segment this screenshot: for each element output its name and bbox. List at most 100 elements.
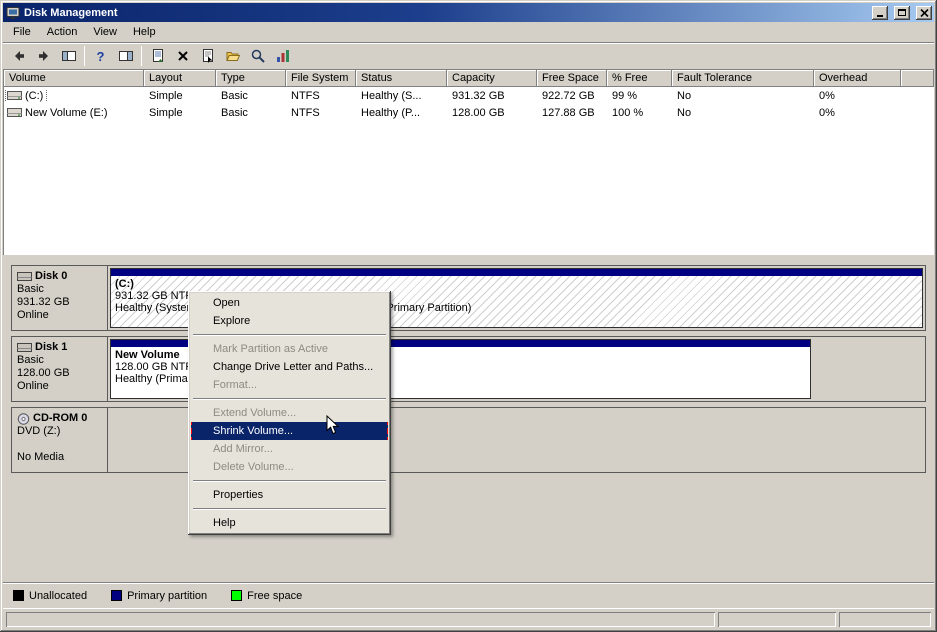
toolbar-forward-button[interactable] bbox=[31, 45, 56, 67]
disk-management-window: Disk Management File Action View Help ? … bbox=[0, 0, 937, 632]
primary-partition-stripe bbox=[111, 269, 922, 276]
toolbar-export-list-button[interactable] bbox=[145, 45, 170, 67]
cell-pct-free: 100 % bbox=[612, 106, 644, 119]
disk-name: CD-ROM 0 bbox=[33, 412, 88, 424]
menu-separator bbox=[193, 508, 386, 510]
cell-layout: Simple bbox=[149, 89, 183, 102]
volume-row-c[interactable]: (C:) Simple Basic NTFS Healthy (S... 931… bbox=[4, 87, 934, 104]
toolbar-views-button[interactable] bbox=[270, 45, 295, 67]
column-header-fault-tolerance[interactable]: Fault Tolerance bbox=[672, 70, 814, 87]
column-header-free-space[interactable]: Free Space bbox=[537, 70, 607, 87]
disk-state: Online bbox=[17, 380, 49, 392]
menu-item-properties[interactable]: Properties bbox=[191, 486, 388, 504]
menu-item-shrink-volume[interactable]: Shrink Volume... bbox=[191, 422, 388, 440]
cell-file-system: NTFS bbox=[291, 106, 320, 119]
partition-label: (C:) bbox=[115, 278, 134, 290]
disk-size: 128.00 GB bbox=[17, 367, 70, 379]
menu-view[interactable]: View bbox=[85, 23, 125, 41]
menu-file[interactable]: File bbox=[5, 23, 39, 41]
menu-item-change-drive-letter[interactable]: Change Drive Letter and Paths... bbox=[191, 358, 388, 376]
menu-item-help[interactable]: Help bbox=[191, 514, 388, 532]
toolbar-delete-button[interactable] bbox=[170, 45, 195, 67]
status-pane-tertiary bbox=[839, 612, 931, 627]
app-icon bbox=[6, 6, 20, 19]
cell-free-space: 127.88 GB bbox=[542, 106, 595, 119]
drive-icon bbox=[7, 108, 22, 117]
cd-rom-icon bbox=[17, 412, 30, 425]
menu-separator bbox=[193, 398, 386, 400]
menu-help[interactable]: Help bbox=[125, 23, 164, 41]
delete-x-icon bbox=[177, 51, 188, 61]
unallocated-swatch bbox=[13, 590, 24, 601]
cell-status: Healthy (S... bbox=[361, 89, 422, 102]
disk-size bbox=[17, 438, 102, 451]
menu-item-open[interactable]: Open bbox=[191, 294, 388, 312]
status-pane-secondary bbox=[718, 612, 836, 627]
cell-pct-free: 99 % bbox=[612, 89, 638, 102]
cdrom-0-header[interactable]: CD-ROM 0 DVD (Z:) No Media bbox=[12, 408, 108, 472]
cell-overhead: 0% bbox=[819, 89, 835, 102]
legend-bar: Unallocated Primary partition Free space bbox=[3, 582, 934, 608]
hard-disk-icon bbox=[17, 272, 32, 281]
partition-context-menu: Open Explore Mark Partition as Active Ch… bbox=[188, 291, 391, 535]
volume-row-e[interactable]: New Volume (E:) Simple Basic NTFS Health… bbox=[4, 104, 934, 121]
maximize-button[interactable] bbox=[894, 5, 910, 20]
toolbar-action-pane-button[interactable] bbox=[113, 45, 138, 67]
toolbar-find-button[interactable] bbox=[245, 45, 270, 67]
column-header-pct-free[interactable]: % Free bbox=[607, 70, 672, 87]
maximize-icon bbox=[898, 9, 906, 16]
minimize-button[interactable] bbox=[872, 5, 888, 20]
forward-arrow-icon bbox=[38, 51, 48, 61]
menu-item-extend-volume: Extend Volume... bbox=[213, 407, 297, 419]
disk-1-row: Disk 1 Basic 128.00 GB Online New Volume… bbox=[11, 336, 926, 402]
toolbar-open-folder-button[interactable] bbox=[220, 45, 245, 67]
properties-icon bbox=[202, 49, 213, 63]
legend-unallocated: Unallocated bbox=[13, 590, 87, 602]
menu-item-format: Format... bbox=[213, 379, 258, 391]
open-folder-icon bbox=[225, 52, 240, 61]
status-pane-main bbox=[6, 612, 715, 627]
toolbar-back-button[interactable] bbox=[6, 45, 31, 67]
disk-kind: Basic bbox=[17, 354, 44, 366]
cell-free-space: 922.72 GB bbox=[542, 89, 595, 102]
action-pane-icon bbox=[118, 51, 133, 61]
disk-0-header[interactable]: Disk 0 Basic 931.32 GB Online bbox=[12, 266, 108, 330]
menu-separator bbox=[193, 334, 386, 336]
close-button[interactable] bbox=[916, 5, 932, 20]
disk-name: Disk 0 bbox=[35, 270, 68, 282]
cell-type: Basic bbox=[221, 89, 248, 102]
column-header-capacity[interactable]: Capacity bbox=[447, 70, 537, 87]
disk-1-header[interactable]: Disk 1 Basic 128.00 GB Online bbox=[12, 337, 108, 401]
disk-name: Disk 1 bbox=[35, 341, 68, 353]
minimize-icon bbox=[877, 14, 883, 17]
toolbar-help-button[interactable]: ? bbox=[88, 45, 113, 67]
toolbar-separator bbox=[84, 46, 85, 66]
toolbar-console-tree-button[interactable] bbox=[56, 45, 81, 67]
column-header-type[interactable]: Type bbox=[216, 70, 286, 87]
mouse-cursor bbox=[326, 415, 340, 435]
cdrom-0-row: CD-ROM 0 DVD (Z:) No Media bbox=[11, 407, 926, 473]
cell-capacity: 128.00 GB bbox=[452, 106, 505, 119]
primary-partition-swatch bbox=[111, 590, 123, 601]
menu-item-explore[interactable]: Explore bbox=[191, 312, 388, 330]
title-bar[interactable]: Disk Management bbox=[3, 3, 934, 22]
export-list-icon bbox=[152, 49, 163, 62]
legend-free-space: Free space bbox=[231, 590, 302, 602]
menu-action[interactable]: Action bbox=[39, 23, 86, 41]
shrink-volume-label: Shrink Volume... bbox=[213, 425, 294, 437]
column-header-file-system[interactable]: File System bbox=[286, 70, 356, 87]
volume-name: (C:) bbox=[25, 89, 44, 102]
disk-state: Online bbox=[17, 309, 49, 321]
legend-label: Free space bbox=[247, 589, 303, 602]
legend-primary-partition: Primary partition bbox=[111, 590, 207, 602]
column-header-overhead[interactable]: Overhead bbox=[814, 70, 901, 87]
column-header-status[interactable]: Status bbox=[356, 70, 447, 87]
toolbar-properties-button[interactable] bbox=[195, 45, 220, 67]
legend-label: Unallocated bbox=[29, 589, 88, 602]
column-header-layout[interactable]: Layout bbox=[144, 70, 216, 87]
cell-fault-tolerance: No bbox=[677, 106, 692, 119]
legend-label: Primary partition bbox=[127, 589, 208, 602]
column-header-volume[interactable]: Volume bbox=[4, 70, 144, 87]
disk-size: 931.32 GB bbox=[17, 296, 70, 308]
disk-kind: Basic bbox=[17, 283, 44, 295]
